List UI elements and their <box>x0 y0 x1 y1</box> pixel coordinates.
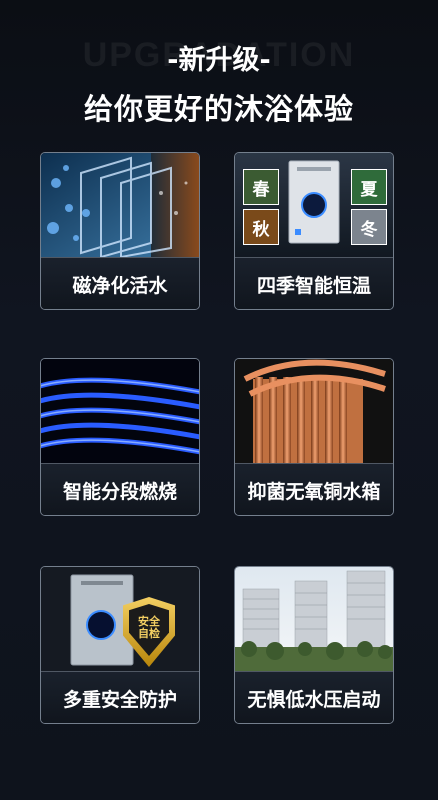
feature-label: 智能分段燃烧 <box>41 463 199 515</box>
magnetic-water-image <box>41 153 199 257</box>
feature-card-low-pressure: 无惧低水压启动 <box>234 566 394 724</box>
season-winter-icon: 冬 <box>351 209 387 245</box>
feature-card-copper-tank: 抑菌无氧铜水箱 <box>234 358 394 516</box>
season-summer-icon: 夏 <box>351 169 387 205</box>
upgrade-badge: -新升级- <box>167 45 271 76</box>
feature-label: 无惧低水压启动 <box>235 671 393 723</box>
feature-label: 四季智能恒温 <box>235 257 393 309</box>
four-seasons-image: 春 夏 秋 冬 <box>235 153 393 257</box>
shield-text: 安全自检 <box>138 615 160 640</box>
feature-card-safety-protection: 安全自检 多重安全防护 <box>40 566 200 724</box>
feature-card-magnetic-water: 磁净化活水 <box>40 152 200 310</box>
feature-label: 磁净化活水 <box>41 257 199 309</box>
high-rise-buildings-image <box>235 567 393 671</box>
feature-card-four-seasons: 春 夏 秋 冬 四季智能恒温 <box>234 152 394 310</box>
season-spring-icon: 春 <box>243 169 279 205</box>
copper-heat-exchanger-image <box>235 359 393 463</box>
safety-shield-image: 安全自检 <box>41 567 199 671</box>
page-title: 给你更好的沐浴体验 <box>83 92 354 126</box>
season-autumn-icon: 秋 <box>243 209 279 245</box>
feature-label: 多重安全防护 <box>41 671 199 723</box>
feature-card-segmented-combustion: 智能分段燃烧 <box>40 358 200 516</box>
feature-label: 抑菌无氧铜水箱 <box>235 463 393 515</box>
blue-flame-burner-image <box>41 359 199 463</box>
